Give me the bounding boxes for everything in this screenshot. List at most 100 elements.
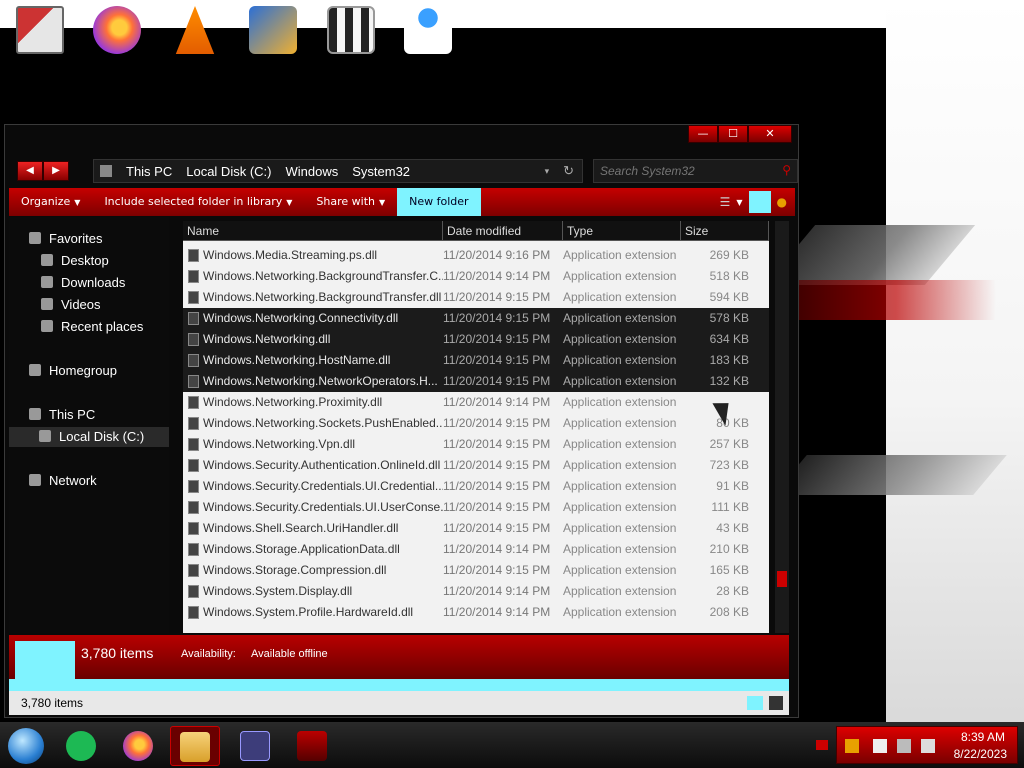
breadcrumb-windows[interactable]: Windows bbox=[285, 164, 338, 179]
vertical-scrollbar[interactable] bbox=[775, 221, 789, 633]
file-row[interactable]: Windows.Networking.BackgroundTransfer.dl… bbox=[183, 287, 769, 308]
file-row[interactable]: Windows.Networking.Vpn.dll 11/20/2014 9:1… bbox=[183, 434, 769, 455]
breadcrumb-local-disk[interactable]: Local Disk (C:) bbox=[186, 164, 271, 179]
start-button[interactable] bbox=[8, 728, 44, 764]
desktop-icon-label: VM0Technic... bbox=[390, 58, 466, 72]
file-date: 11/20/2014 9:15 PM bbox=[443, 437, 551, 451]
column-name[interactable]: Name bbox=[183, 221, 443, 241]
file-name: Windows.Security.Authentication.OnlineId… bbox=[203, 458, 441, 472]
file-row[interactable]: Windows.System.Profile.HardwareId.dll 11/… bbox=[183, 602, 769, 623]
dll-file-icon bbox=[183, 392, 203, 413]
file-size: 723 KB bbox=[709, 458, 749, 472]
file-row[interactable]: Windows.Security.Credentials.UI.UserCons… bbox=[183, 497, 769, 518]
desktop-icon-this-pc[interactable]: This PC bbox=[0, 6, 80, 72]
file-date: 11/20/2014 9:16 PM bbox=[443, 248, 551, 262]
desktop: This PC FURRY FUX DONT STICK THIS IN YO.… bbox=[0, 0, 1024, 768]
file-row[interactable]: Windows.Networking.Proximity.dll 11/20/20… bbox=[183, 392, 769, 413]
clock-time[interactable]: 8:39 AM bbox=[961, 730, 1005, 744]
file-row[interactable]: Windows.Security.Authentication.OnlineId… bbox=[183, 455, 769, 476]
firefox-icon bbox=[123, 731, 153, 761]
help-icon[interactable]: ● bbox=[777, 195, 787, 209]
volume-icon[interactable] bbox=[921, 739, 935, 753]
file-row[interactable]: Windows.Shell.Search.UriHandler.dll 11/20… bbox=[183, 518, 769, 539]
nav-label: Desktop bbox=[61, 253, 109, 268]
nav-local-disk[interactable]: Local Disk (C:) bbox=[9, 427, 169, 447]
dll-file-icon bbox=[183, 560, 203, 581]
tray-app-icon[interactable] bbox=[845, 739, 859, 753]
nav-recent-places[interactable]: Recent places bbox=[9, 317, 169, 337]
file-row[interactable]: Windows.Networking.BackgroundTransfer.C.… bbox=[183, 266, 769, 287]
desktop-icon-vlc[interactable]: DONT STICK THIS IN YO... bbox=[155, 6, 235, 86]
address-bar[interactable]: This PC Local Disk (C:) Windows System32… bbox=[93, 159, 583, 183]
minimize-button[interactable]: — bbox=[688, 125, 718, 143]
file-name: Windows.Networking.dll bbox=[203, 332, 331, 346]
search-icon[interactable]: ⚲ bbox=[782, 163, 791, 177]
dll-file-icon bbox=[183, 518, 203, 539]
clock-date[interactable]: 8/22/2023 bbox=[954, 747, 1007, 761]
taskbar-spotify[interactable] bbox=[56, 726, 106, 766]
search-input[interactable] bbox=[594, 160, 774, 182]
show-hidden-icons-icon[interactable] bbox=[816, 740, 828, 750]
file-row[interactable]: Windows.Security.Credentials.UI.Credenti… bbox=[183, 476, 769, 497]
nav-network[interactable]: Network bbox=[9, 471, 169, 491]
breadcrumb-system32[interactable]: System32 bbox=[352, 164, 410, 179]
action-center-flag-icon[interactable] bbox=[873, 739, 887, 753]
file-row[interactable]: Windows.Networking.Connectivity.dll 11/20… bbox=[183, 308, 769, 329]
file-date: 11/20/2014 9:15 PM bbox=[443, 479, 551, 493]
nav-this-pc[interactable]: This PC bbox=[9, 405, 169, 425]
file-row[interactable]: Windows.Storage.ApplicationData.dll 11/20… bbox=[183, 539, 769, 560]
taskbar-firefox[interactable] bbox=[113, 726, 163, 766]
back-button[interactable]: ◀ bbox=[17, 161, 43, 181]
taskbar-window-app[interactable] bbox=[230, 726, 280, 766]
desktop-icon-vm0technic[interactable]: VM0Technic... bbox=[388, 6, 468, 72]
nav-favorites[interactable]: Favorites bbox=[9, 229, 169, 249]
details-bar-accent bbox=[9, 679, 789, 691]
column-type[interactable]: Type bbox=[563, 221, 681, 241]
file-name: Windows.Networking.BackgroundTransfer.C.… bbox=[203, 269, 443, 283]
file-size: 518 KB bbox=[709, 269, 749, 283]
file-row[interactable]: Windows.Networking.NetworkOperators.H...… bbox=[183, 371, 769, 392]
close-button[interactable]: ✕ bbox=[748, 125, 792, 143]
taskbar-red-app[interactable] bbox=[287, 726, 337, 766]
nav-downloads[interactable]: Downloads bbox=[9, 273, 169, 293]
breadcrumb-this-pc[interactable]: This PC bbox=[126, 164, 172, 179]
maximize-button[interactable]: ☐ bbox=[718, 125, 748, 143]
selection-preview-icon bbox=[15, 641, 75, 681]
nav-desktop[interactable]: Desktop bbox=[9, 251, 169, 271]
share-with-button[interactable]: Share with ▼ bbox=[304, 188, 397, 216]
desktop-icon-hex-editor[interactable]: SEX EDITOR bbox=[233, 6, 313, 72]
file-row[interactable]: Windows.Networking.dll 11/20/2014 9:15 PM… bbox=[183, 329, 769, 350]
forward-button[interactable]: ▶ bbox=[43, 161, 69, 181]
scrollbar-thumb[interactable] bbox=[777, 571, 787, 587]
file-row[interactable]: Windows.Networking.HostName.dll 11/20/201… bbox=[183, 350, 769, 371]
file-size: 594 KB bbox=[709, 290, 749, 304]
column-size[interactable]: Size bbox=[681, 221, 769, 241]
details-view-icon[interactable] bbox=[747, 696, 763, 710]
file-size: 634 KB bbox=[709, 332, 749, 346]
new-folder-button[interactable]: New folder bbox=[397, 188, 481, 216]
desktop-icon-furry-fux[interactable]: FURRY FUX bbox=[77, 6, 157, 72]
file-name: Windows.Networking.NetworkOperators.H... bbox=[203, 374, 438, 388]
network-status-icon[interactable] bbox=[897, 739, 911, 753]
file-row[interactable]: Windows.Storage.Compression.dll 11/20/201… bbox=[183, 560, 769, 581]
nav-homegroup[interactable]: Homegroup bbox=[9, 361, 169, 381]
preview-pane-icon[interactable] bbox=[748, 191, 771, 213]
file-row[interactable]: Windows.Networking.Sockets.PushEnabled..… bbox=[183, 413, 769, 434]
file-row[interactable]: Windows.Media.Streaming.ps.dll 11/20/2014… bbox=[183, 245, 769, 266]
organize-button[interactable]: Organize ▼ bbox=[9, 188, 92, 216]
file-type: Application extension bbox=[563, 500, 677, 514]
search-box[interactable]: ⚲ bbox=[593, 159, 798, 183]
refresh-icon[interactable]: ↻ bbox=[563, 163, 574, 179]
view-list-icon[interactable]: ☰ bbox=[720, 195, 731, 209]
nav-videos[interactable]: Videos bbox=[9, 295, 169, 315]
column-date-modified[interactable]: Date modified bbox=[443, 221, 563, 241]
taskbar-file-explorer[interactable] bbox=[170, 726, 220, 766]
include-in-library-button[interactable]: Include selected folder in library ▼ bbox=[92, 188, 304, 216]
large-icons-view-icon[interactable] bbox=[769, 696, 783, 710]
file-row[interactable]: Windows.System.Display.dll 11/20/2014 9:1… bbox=[183, 581, 769, 602]
chevron-down-icon[interactable]: ▼ bbox=[736, 198, 742, 207]
desktop-icon-xonix[interactable]: HOOKED ON XONIX bbox=[311, 6, 391, 86]
navigation-pane: Favorites Desktop Downloads Videos Recen… bbox=[9, 217, 169, 633]
chevron-down-icon[interactable]: ▾ bbox=[545, 166, 550, 177]
file-date: 11/20/2014 9:14 PM bbox=[443, 395, 551, 409]
